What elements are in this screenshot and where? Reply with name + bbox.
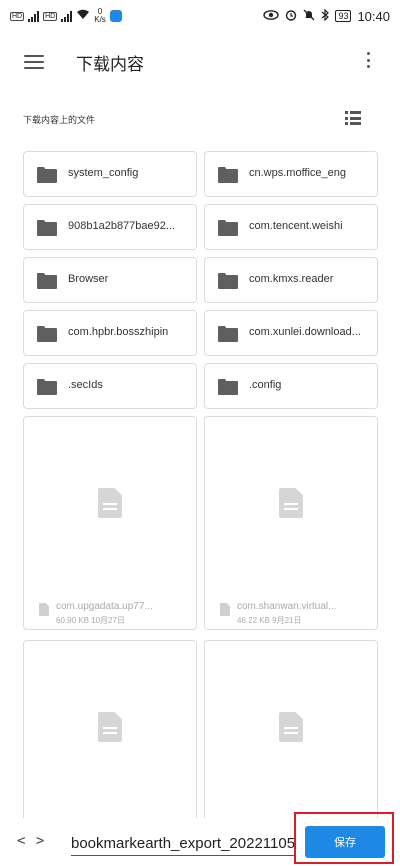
code-icon[interactable]: < > <box>17 833 45 849</box>
filename-input[interactable] <box>71 832 295 856</box>
mute-icon <box>303 9 315 24</box>
bottom-bar: < > 保存 <box>0 818 400 866</box>
folder-item[interactable]: cn.wps.moffice_eng <box>204 151 378 197</box>
folder-icon <box>37 167 57 183</box>
folder-item[interactable]: com.hpbr.bosszhipin <box>23 310 197 356</box>
folder-item[interactable]: system_config <box>23 151 197 197</box>
folder-name: system_config <box>68 167 139 179</box>
file-name: com.shanwan.virtual... <box>237 601 337 612</box>
file-type-icon <box>39 603 49 616</box>
folder-icon <box>37 273 57 289</box>
app-notification-icon <box>109 10 122 22</box>
save-button[interactable]: 保存 <box>305 826 385 858</box>
menu-icon[interactable] <box>24 55 44 69</box>
file-card[interactable] <box>23 640 197 830</box>
folder-icon <box>218 273 238 289</box>
folder-icon <box>37 379 57 395</box>
alarm-icon <box>285 9 297 24</box>
hd-icon: HD <box>10 11 25 21</box>
document-icon <box>279 712 303 742</box>
folder-item[interactable]: com.kmxs.reader <box>204 257 378 303</box>
folder-icon <box>218 379 238 395</box>
status-bar: HD HD 0 K/s 93 10:40 <box>0 0 400 32</box>
folder-name: .config <box>249 379 282 391</box>
file-card[interactable]: com.upgadata.up77... 60.90 KB 10月27日 <box>23 416 197 630</box>
hd-icon: HD <box>43 11 58 21</box>
app-bar: 下载内容 <box>0 32 400 88</box>
file-card[interactable]: com.shanwan.virtual... 46.22 KB 9月21日 <box>204 416 378 630</box>
file-card[interactable] <box>204 640 378 830</box>
folder-item[interactable]: com.xunlei.download... <box>204 310 378 356</box>
folder-name: 908b1a2b877bae92... <box>68 220 176 232</box>
folder-icon <box>37 326 57 342</box>
document-icon <box>98 488 122 518</box>
folder-name: .secIds <box>68 379 103 391</box>
section-title: 下载内容上的文件 <box>23 115 96 125</box>
bluetooth-icon <box>321 8 330 24</box>
folder-icon <box>218 167 238 183</box>
battery-indicator: 93 <box>335 10 352 22</box>
page-title: 下载内容 <box>76 55 144 74</box>
list-view-icon[interactable] <box>345 111 361 125</box>
folder-name: com.xunlei.download... <box>249 326 361 338</box>
folder-name: com.tencent.weishi <box>249 220 343 232</box>
file-name: com.upgadata.up77... <box>56 601 153 612</box>
file-meta: 46.22 KB 9月21日 <box>237 616 302 625</box>
document-icon <box>279 488 303 518</box>
folder-name: Browser <box>68 273 109 285</box>
file-meta: 60.90 KB 10月27日 <box>56 616 125 625</box>
document-icon <box>98 712 122 742</box>
net-speed: 0 K/s <box>94 8 106 24</box>
folder-name: com.kmxs.reader <box>249 273 334 285</box>
folder-icon <box>218 326 238 342</box>
status-right: 93 10:40 <box>263 8 390 24</box>
status-left: HD HD 0 K/s <box>10 8 122 24</box>
signal-icon <box>28 10 40 22</box>
folder-item[interactable]: Browser <box>23 257 197 303</box>
wifi-icon <box>76 9 90 23</box>
signal-icon <box>61 10 73 22</box>
folder-icon <box>218 220 238 236</box>
file-type-icon <box>220 603 230 616</box>
folder-name: cn.wps.moffice_eng <box>249 167 347 179</box>
folder-icon <box>37 220 57 236</box>
folder-item[interactable]: .config <box>204 363 378 409</box>
net-speed-unit: K/s <box>94 15 106 24</box>
status-time: 10:40 <box>357 8 390 24</box>
folder-item[interactable]: 908b1a2b877bae92... <box>23 204 197 250</box>
folder-item[interactable]: .secIds <box>23 363 197 409</box>
eye-icon <box>263 9 280 23</box>
folder-name: com.hpbr.bosszhipin <box>68 326 169 338</box>
folder-item[interactable]: com.tencent.weishi <box>204 204 378 250</box>
more-options-icon[interactable] <box>365 52 371 68</box>
